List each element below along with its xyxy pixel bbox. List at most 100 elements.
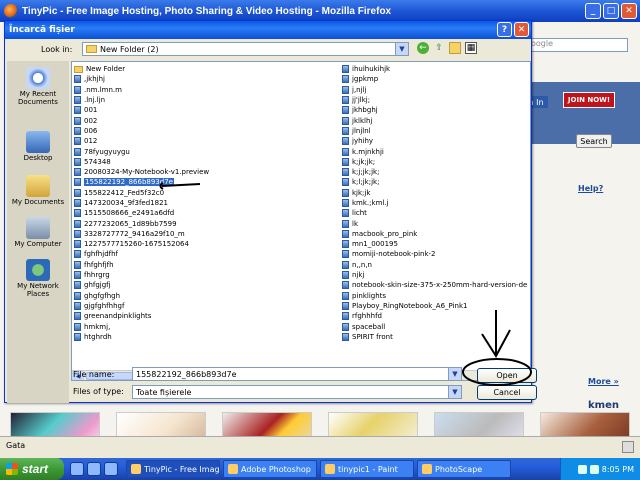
file-name: jklklhj — [352, 116, 373, 125]
up-folder-icon[interactable]: ⇧ — [433, 42, 445, 54]
file-item[interactable]: 1227577715260-1675152064 — [74, 239, 264, 249]
file-item[interactable]: momiji-notebook-pink-2 — [342, 249, 530, 259]
join-now-button[interactable]: JOIN NOW! — [563, 92, 615, 108]
file-name: n,,n,n — [352, 260, 372, 269]
quick-launch-icon[interactable] — [70, 462, 84, 476]
file-item[interactable]: ihuihukihjk — [342, 64, 530, 74]
file-item[interactable]: .lnj.ljn — [74, 95, 264, 105]
file-item[interactable]: jyhihy — [342, 136, 530, 146]
file-item[interactable]: jgpkmp — [342, 74, 530, 84]
file-item[interactable]: hmkmj, — [74, 321, 264, 331]
help-link[interactable]: Help? — [578, 184, 603, 193]
file-item[interactable]: k.mjnkhji — [342, 146, 530, 156]
file-item[interactable]: notebook-skin-size-375-x-250mm-hard-vers… — [342, 280, 530, 290]
quick-launch-icon[interactable] — [87, 462, 101, 476]
file-item[interactable]: n,,n,n — [342, 260, 530, 270]
place-my-documents[interactable]: My Documents — [7, 175, 69, 206]
file-item[interactable]: 155822412_Fed5f32c0 — [74, 188, 264, 198]
file-item[interactable]: New Folder — [74, 64, 264, 74]
file-name: k;j;jk;jk; — [352, 168, 380, 177]
file-item[interactable]: rfghhhfd — [342, 311, 530, 321]
tray-icon[interactable] — [589, 464, 599, 474]
file-item[interactable]: spaceball — [342, 321, 530, 331]
file-item[interactable]: 002 — [74, 115, 264, 125]
file-item[interactable]: lk — [342, 218, 530, 228]
file-item[interactable]: k;jk;jk; — [342, 157, 530, 167]
file-item[interactable]: 012 — [74, 136, 264, 146]
start-button[interactable]: start — [0, 458, 64, 480]
file-item[interactable]: ,jkhjhj — [74, 74, 264, 84]
cancel-button[interactable]: Cancel — [477, 385, 537, 400]
chevron-down-icon[interactable]: ▼ — [395, 43, 408, 55]
file-item[interactable]: SPIRIT front — [342, 332, 530, 342]
file-item[interactable]: licht — [342, 208, 530, 218]
quick-launch — [70, 462, 118, 476]
view-menu-icon[interactable]: ▦ — [465, 42, 477, 54]
file-item[interactable]: njkj — [342, 270, 530, 280]
new-folder-icon[interactable] — [449, 42, 461, 54]
file-item[interactable]: ghgfgfhgh — [74, 291, 264, 301]
file-item[interactable]: 2277232065_1d89bb7599 — [74, 218, 264, 228]
file-item[interactable]: mn1_000195 — [342, 239, 530, 249]
look-in-select[interactable]: New Folder (2) ▼ — [82, 42, 409, 56]
file-item[interactable]: greenandpinklights — [74, 311, 264, 321]
minimize-button[interactable]: _ — [585, 3, 601, 19]
task-photoscape[interactable]: PhotoScape — [417, 460, 511, 478]
dialog-close-button[interactable]: ✕ — [514, 22, 529, 37]
file-item[interactable]: kmk.;kml.j — [342, 198, 530, 208]
file-item[interactable]: htghrdh — [74, 332, 264, 342]
file-item[interactable]: fghfhjdfhf — [74, 249, 264, 259]
file-item[interactable]: 001 — [74, 105, 264, 115]
file-item[interactable]: 155822192_866b893d7e — [74, 177, 264, 187]
file-type-select[interactable]: Toate fișierele ▼ — [132, 385, 462, 399]
search-button[interactable]: Search — [576, 134, 612, 148]
restore-button[interactable]: □ — [603, 3, 619, 19]
chevron-down-icon[interactable]: ▼ — [448, 386, 461, 398]
chevron-down-icon[interactable]: ▼ — [448, 368, 461, 380]
file-item[interactable]: jklklhj — [342, 115, 530, 125]
open-button[interactable]: Open — [477, 368, 537, 383]
file-item[interactable]: 574348 — [74, 157, 264, 167]
file-name-field[interactable]: 155822192_866b893d7e ▼ — [132, 367, 462, 381]
file-item[interactable]: 1515508666_e2491a6dfd — [74, 208, 264, 218]
place-network[interactable]: My Network Places — [7, 259, 69, 298]
file-list[interactable]: New Folder ,jkhjhj .nm.lmn.m .lnj.ljn 001 002… — [71, 61, 531, 381]
file-item[interactable]: .nm.lmn.m — [74, 85, 264, 95]
file-item[interactable]: gjgfghfhhgf — [74, 301, 264, 311]
file-item[interactable]: k;j;jk;jk; — [342, 167, 530, 177]
look-in-value: New Folder (2) — [100, 44, 159, 54]
file-item[interactable]: fhhrgrg — [74, 270, 264, 280]
back-arrow-icon[interactable]: ← — [417, 42, 429, 54]
image-file-icon — [74, 291, 81, 300]
file-item[interactable]: j,njlj — [342, 85, 530, 95]
file-name: j,njlj — [352, 85, 367, 94]
place-desktop[interactable]: Desktop — [7, 131, 69, 162]
file-item[interactable]: k;l;jk;jk; — [342, 177, 530, 187]
task-paint[interactable]: tinypic1 - Paint — [320, 460, 414, 478]
file-item[interactable]: kjk;jk — [342, 188, 530, 198]
google-search-field[interactable]: oogle — [528, 38, 628, 52]
quick-launch-icon[interactable] — [104, 462, 118, 476]
file-item[interactable]: 3328727772_9416a29f10_m — [74, 229, 264, 239]
place-my-computer[interactable]: My Computer — [7, 217, 69, 248]
file-item[interactable]: ghfgjgfj — [74, 280, 264, 290]
dialog-help-button[interactable]: ? — [497, 22, 512, 37]
file-item[interactable]: pinklights — [342, 291, 530, 301]
file-item[interactable]: 147320034_9f3fed1821 — [74, 198, 264, 208]
file-item[interactable]: 006 — [74, 126, 264, 136]
file-item[interactable]: macbook_pro_pink — [342, 229, 530, 239]
file-item[interactable]: 20080324-My-Notebook-v1.preview — [74, 167, 264, 177]
tray-icon[interactable] — [577, 464, 587, 474]
place-recent-documents[interactable]: My Recent Documents — [7, 67, 69, 106]
file-item[interactable]: 78fyugyuygu — [74, 146, 264, 156]
file-item[interactable]: jkhbghj — [342, 105, 530, 115]
file-item[interactable]: fhfghfjfh — [74, 260, 264, 270]
file-item[interactable]: jj'jlkj; — [342, 95, 530, 105]
firefox-icon — [4, 4, 18, 18]
close-button[interactable]: ✕ — [621, 3, 637, 19]
task-photoshop[interactable]: Adobe Photoshop — [223, 460, 317, 478]
file-item[interactable]: Playboy_RingNotebook_A6_Pink1 — [342, 301, 530, 311]
more-link[interactable]: More » — [588, 377, 619, 386]
task-firefox[interactable]: TinyPic - Free Image ... — [126, 460, 220, 478]
file-item[interactable]: jlnjlnl — [342, 126, 530, 136]
